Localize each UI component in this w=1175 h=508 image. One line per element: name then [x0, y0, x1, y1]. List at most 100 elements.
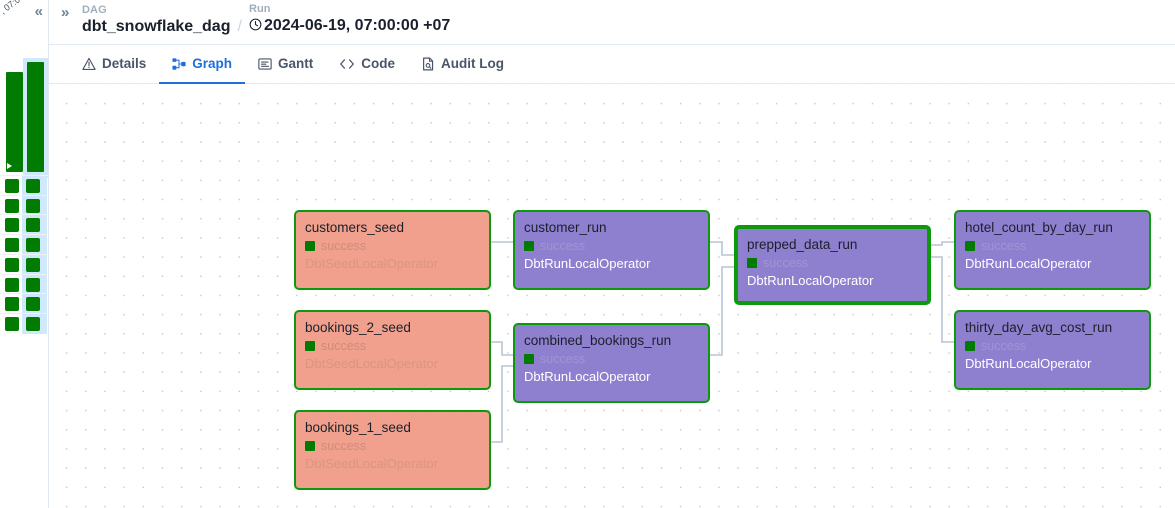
tab-label: Graph [192, 56, 233, 71]
task-node-operator: DbtRunLocalOperator [965, 356, 1092, 371]
grid-row-separator [0, 312, 48, 314]
task-instance-cell[interactable] [5, 316, 19, 331]
breadcrumb: DAG dbt_snowflake_dag / Run 2024-06-19, … [82, 3, 450, 36]
task-node-title: hotel_count_by_day_run [965, 220, 1113, 235]
task-node-state: success [965, 239, 1140, 253]
task-instance-cell[interactable] [26, 257, 40, 272]
dag-run-bar[interactable] [27, 62, 44, 172]
task-node-operator: DbtSeedLocalOperator [305, 456, 438, 471]
task-node-state: success [747, 256, 918, 270]
tab-gantt[interactable]: Gantt [245, 45, 326, 84]
breadcrumb-dag-kicker: DAG [82, 4, 107, 16]
tab-details[interactable]: Details [69, 45, 159, 84]
task-instance-cell[interactable] [5, 277, 19, 292]
success-status-icon [524, 241, 534, 251]
success-status-icon [965, 341, 975, 351]
tab-label: Gantt [278, 56, 314, 71]
task-instance-cell[interactable] [26, 277, 40, 292]
task-node-customer_run[interactable]: customer_runsuccess DbtRunLocalOperator [513, 210, 710, 290]
task-instance-cell[interactable] [5, 238, 19, 253]
task-instance-cell[interactable] [5, 218, 19, 233]
graph-edge-combined_bookings_run-to-prepped_data_run [710, 266, 734, 356]
tab-graph[interactable]: Graph [159, 45, 246, 84]
task-instance-cell[interactable] [5, 198, 19, 213]
run-play-marker-icon [7, 163, 12, 169]
task-node-operator: DbtSeedLocalOperator [305, 356, 438, 371]
task-node-state: success [965, 339, 1140, 353]
grid-row-separator [0, 253, 48, 255]
breadcrumb-run-id-wrap[interactable]: 2024-06-19, 07:00:00 +07 [249, 16, 450, 36]
success-status-icon [305, 441, 315, 451]
task-node-prepped_data_run[interactable]: prepped_data_runsuccess DbtRunLocalOperat… [734, 225, 931, 305]
breadcrumb-run-id: 2024-06-19, 07:00:00 +07 [263, 17, 451, 34]
tab-bar: Details Graph Gantt Code Audit Log [49, 45, 1175, 84]
graph-edges [491, 241, 954, 443]
grid-row-separator [0, 293, 48, 295]
tab-label: Details [102, 56, 147, 71]
run-date-label: , 07:00 [0, 0, 27, 16]
dag-run-bar[interactable] [6, 72, 23, 172]
task-instance-cell[interactable] [26, 179, 40, 193]
task-node-title: customers_seed [305, 220, 405, 235]
task-instance-cell[interactable] [26, 218, 40, 233]
success-status-icon [305, 241, 315, 251]
breadcrumb-dag-name[interactable]: dbt_snowflake_dag [82, 17, 230, 36]
task-instance-cell[interactable] [5, 297, 19, 312]
task-node-state: success [305, 239, 480, 253]
expand-sidebar-icon[interactable]: » [61, 4, 69, 21]
success-status-icon [747, 258, 757, 268]
task-node-bookings_1_seed[interactable]: bookings_1_seedsuccess DbtSeedLocalOperat… [294, 410, 491, 490]
task-instance-cell[interactable] [26, 316, 40, 331]
graph-canvas[interactable]: customers_seedsuccess DbtSeedLocalOperato… [49, 85, 1175, 508]
grid-row-separator [0, 234, 48, 236]
task-node-title: thirty_day_avg_cost_run [965, 320, 1113, 335]
task-instance-cell[interactable] [26, 238, 40, 253]
success-status-icon [965, 241, 975, 251]
task-node-state: success [305, 439, 480, 453]
breadcrumb-run: Run 2024-06-19, 07:00:00 +07 [249, 3, 450, 36]
graph-nodes-icon [172, 57, 186, 71]
task-node-state-label: success [321, 339, 367, 353]
collapse-sidebar-icon[interactable]: « [33, 2, 45, 21]
warning-triangle-icon [82, 57, 96, 71]
task-node-title: customer_run [524, 220, 607, 235]
task-node-bookings_2_seed[interactable]: bookings_2_seedsuccess DbtSeedLocalOperat… [294, 310, 491, 390]
task-node-hotel_count_by_day_run[interactable]: hotel_count_by_day_runsuccess DbtRunLocal… [954, 210, 1151, 290]
task-node-state-label: success [981, 339, 1027, 353]
grid-row-separator [0, 194, 48, 196]
task-node-state: success [524, 239, 699, 253]
code-brackets-icon [339, 57, 355, 71]
graph-edge-prepped_data_run-to-hotel_count_by_day_run [931, 241, 954, 246]
graph-edge-bookings_1_seed-to-combined_bookings_run [491, 365, 513, 443]
task-instance-cell[interactable] [5, 179, 19, 193]
page-header: » DAG dbt_snowflake_dag / Run 2024-06-19… [49, 0, 1175, 45]
graph-edge-customer_run-to-prepped_data_run [710, 241, 734, 256]
task-node-operator: DbtRunLocalOperator [524, 369, 651, 384]
task-node-combined_bookings_run[interactable]: combined_bookings_run success DbtRunLocalO… [513, 323, 710, 403]
grid-row-separator [0, 273, 48, 275]
graph-edge-bookings_2_seed-to-combined_bookings_run [491, 341, 513, 356]
airflow-dag-run-page: « , 07:00 » DAG dbt_snowflake_dag / Run [0, 0, 1175, 508]
task-node-title: bookings_1_seed [305, 420, 411, 435]
task-node-thirty_day_avg_cost_run[interactable]: thirty_day_avg_cost_runsuccess DbtRunLoca… [954, 310, 1151, 390]
task-node-state-label: success [540, 239, 586, 253]
clock-icon [249, 17, 262, 36]
success-status-icon [305, 341, 315, 351]
tab-audit-log[interactable]: Audit Log [408, 45, 517, 84]
task-node-state-label: success [981, 239, 1027, 253]
task-instance-cell[interactable] [26, 198, 40, 213]
task-instance-cell[interactable] [26, 297, 40, 312]
breadcrumb-dag: DAG dbt_snowflake_dag [82, 4, 230, 36]
task-node-operator: DbtRunLocalOperator [965, 256, 1092, 271]
task-node-operator: DbtRunLocalOperator [524, 256, 651, 271]
task-node-state-label: success [763, 256, 809, 270]
tab-code[interactable]: Code [326, 45, 408, 84]
task-instance-cell[interactable] [5, 257, 19, 272]
task-node-state-label: success [321, 239, 367, 253]
task-node-state-label: success [321, 439, 367, 453]
task-node-title: bookings_2_seed [305, 320, 411, 335]
task-node-operator: DbtRunLocalOperator [747, 273, 874, 288]
task-node-customers_seed[interactable]: customers_seed success DbtSeedLocalOperato… [294, 210, 491, 290]
task-node-state: success [305, 339, 480, 353]
task-node-title: prepped_data_run [747, 237, 858, 252]
